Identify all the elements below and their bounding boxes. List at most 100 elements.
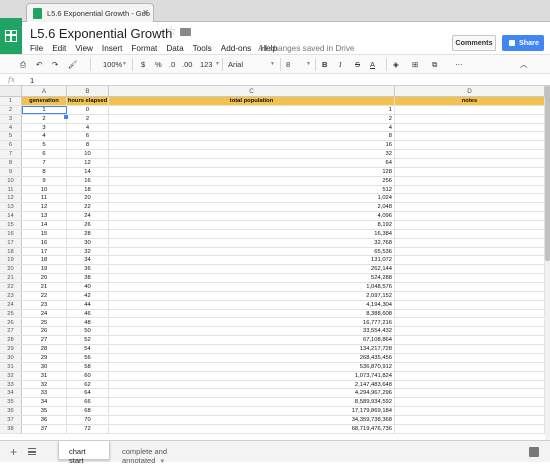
cell-notes[interactable] bbox=[395, 318, 545, 327]
save-status[interactable]: All changes saved in Drive bbox=[258, 44, 354, 53]
cell-total-population[interactable]: 67,108,864 bbox=[109, 336, 395, 345]
close-icon[interactable]: ✕ bbox=[142, 8, 149, 17]
cell-generation[interactable]: 2 bbox=[22, 114, 67, 123]
explore-icon[interactable] bbox=[529, 447, 539, 457]
row-number[interactable]: 24 bbox=[0, 300, 22, 309]
cell-generation[interactable]: 15 bbox=[22, 229, 67, 238]
cell-notes[interactable] bbox=[395, 212, 545, 221]
all-sheets-button[interactable] bbox=[28, 448, 36, 455]
cell-notes[interactable] bbox=[395, 176, 545, 185]
cell-generation[interactable]: 1 bbox=[22, 105, 67, 114]
cell-notes[interactable] bbox=[395, 345, 545, 353]
row-number[interactable]: 28 bbox=[0, 336, 22, 345]
spreadsheet-grid[interactable]: A B C D 1 generation hours elapsed total… bbox=[0, 86, 545, 440]
text-color-button[interactable]: A bbox=[370, 59, 375, 70]
chevron-down-icon[interactable]: ▼ bbox=[159, 459, 165, 465]
cell-total-population[interactable]: 8,589,934,592 bbox=[109, 398, 395, 407]
cell-hours-elapsed[interactable]: 60 bbox=[67, 371, 109, 380]
browser-tab[interactable]: L5.6 Exponential Growth - Goo ✕ bbox=[26, 3, 154, 22]
menu-tools[interactable]: Tools bbox=[193, 44, 212, 53]
cell-generation[interactable]: 19 bbox=[22, 265, 67, 274]
cell-hours-elapsed[interactable]: 22 bbox=[67, 203, 109, 212]
row-number[interactable]: 12 bbox=[0, 194, 22, 203]
sheet-tab-chart-start[interactable]: chart start bbox=[58, 441, 110, 465]
cell-hours-elapsed[interactable]: 18 bbox=[67, 185, 109, 194]
cell-hours-elapsed[interactable]: 46 bbox=[67, 309, 109, 318]
document-title[interactable]: L5.6 Exponential Growth bbox=[30, 26, 172, 41]
cell-notes[interactable] bbox=[395, 203, 545, 212]
row-number[interactable]: 14 bbox=[0, 212, 22, 221]
row-number[interactable]: 36 bbox=[0, 407, 22, 415]
cell-notes[interactable] bbox=[395, 398, 545, 407]
cell-notes[interactable] bbox=[395, 265, 545, 274]
cell-total-population[interactable]: 2,097,152 bbox=[109, 291, 395, 300]
cell-hours-elapsed[interactable]: 58 bbox=[67, 362, 109, 371]
cell-total-population[interactable]: 16,777,216 bbox=[109, 318, 395, 327]
cell-total-population[interactable]: 2,147,483,648 bbox=[109, 380, 395, 389]
borders-icon[interactable]: ⊞ bbox=[412, 59, 418, 70]
row-number[interactable]: 5 bbox=[0, 132, 22, 141]
cell-generation[interactable]: 22 bbox=[22, 291, 67, 300]
collapse-toolbar-icon[interactable]: ︿ bbox=[520, 59, 528, 70]
cell-notes[interactable] bbox=[395, 327, 545, 336]
sheet-tab-complete-and-annotated[interactable]: complete and annotated ▼ bbox=[112, 441, 204, 465]
cell-generation[interactable]: 23 bbox=[22, 300, 67, 309]
cell-generation[interactable]: 27 bbox=[22, 336, 67, 345]
cell-generation[interactable]: 11 bbox=[22, 194, 67, 203]
cell-total-population[interactable]: 512 bbox=[109, 185, 395, 194]
cell-generation[interactable]: 32 bbox=[22, 380, 67, 389]
row-number[interactable]: 37 bbox=[0, 415, 22, 424]
cell-generation[interactable]: 24 bbox=[22, 309, 67, 318]
cell-hours-elapsed[interactable]: 70 bbox=[67, 415, 109, 424]
cell-hours-elapsed[interactable]: 48 bbox=[67, 318, 109, 327]
cell-total-population[interactable]: 524,288 bbox=[109, 274, 395, 283]
cell-total-population[interactable]: 8,192 bbox=[109, 221, 395, 229]
cell-total-population[interactable]: 2,048 bbox=[109, 203, 395, 212]
cell-generation[interactable]: 6 bbox=[22, 150, 67, 159]
cell-hours-elapsed[interactable]: 34 bbox=[67, 256, 109, 265]
cell-generation[interactable]: 35 bbox=[22, 407, 67, 415]
cell-total-population[interactable]: 68,719,476,736 bbox=[109, 424, 395, 433]
cell-total-population[interactable]: 17,179,869,184 bbox=[109, 407, 395, 415]
row-number[interactable]: 6 bbox=[0, 141, 22, 150]
cell-total-population[interactable]: 262,144 bbox=[109, 265, 395, 274]
cell-hours-elapsed[interactable]: 62 bbox=[67, 380, 109, 389]
cell-total-population[interactable]: 536,870,912 bbox=[109, 362, 395, 371]
menu-format[interactable]: Format bbox=[131, 44, 157, 53]
cell-total-population[interactable]: 1,048,576 bbox=[109, 283, 395, 291]
cell-generation[interactable]: 26 bbox=[22, 327, 67, 336]
cell-generation[interactable]: 34 bbox=[22, 398, 67, 407]
cell-total-population[interactable]: 32 bbox=[109, 150, 395, 159]
cell-generation[interactable]: 5 bbox=[22, 141, 67, 150]
folder-icon[interactable] bbox=[180, 28, 191, 36]
row-number[interactable]: 16 bbox=[0, 229, 22, 238]
row-number[interactable]: 20 bbox=[0, 265, 22, 274]
cell-total-population[interactable]: 16 bbox=[109, 141, 395, 150]
cell-hours-elapsed[interactable]: 4 bbox=[67, 123, 109, 132]
cell-notes[interactable] bbox=[395, 274, 545, 283]
cell-total-population[interactable]: 131,072 bbox=[109, 256, 395, 265]
add-sheet-button[interactable]: + bbox=[10, 445, 17, 459]
cell-notes[interactable] bbox=[395, 123, 545, 132]
cell-hours-elapsed[interactable]: 50 bbox=[67, 327, 109, 336]
row-number[interactable]: 4 bbox=[0, 123, 22, 132]
cell-notes[interactable] bbox=[395, 141, 545, 150]
cell-generation[interactable]: 21 bbox=[22, 283, 67, 291]
header-cell-hours-elapsed[interactable]: hours elapsed bbox=[67, 97, 109, 105]
row-number[interactable]: 38 bbox=[0, 424, 22, 433]
cell-total-population[interactable]: 65,536 bbox=[109, 247, 395, 256]
cell-notes[interactable] bbox=[395, 291, 545, 300]
cell-hours-elapsed[interactable]: 40 bbox=[67, 283, 109, 291]
cell-generation[interactable]: 13 bbox=[22, 212, 67, 221]
cell-hours-elapsed[interactable]: 24 bbox=[67, 212, 109, 221]
cell-generation[interactable]: 20 bbox=[22, 274, 67, 283]
cell-hours-elapsed[interactable]: 66 bbox=[67, 398, 109, 407]
cell-notes[interactable] bbox=[395, 389, 545, 398]
cell-generation[interactable]: 29 bbox=[22, 353, 67, 362]
row-number[interactable]: 1 bbox=[0, 97, 22, 105]
column-header-c[interactable]: C bbox=[109, 86, 395, 97]
cell-total-population[interactable]: 32,768 bbox=[109, 238, 395, 247]
header-cell-notes[interactable]: notes bbox=[395, 97, 545, 105]
cell-hours-elapsed[interactable]: 68 bbox=[67, 407, 109, 415]
more-options-icon[interactable]: ⋯ bbox=[455, 59, 463, 70]
